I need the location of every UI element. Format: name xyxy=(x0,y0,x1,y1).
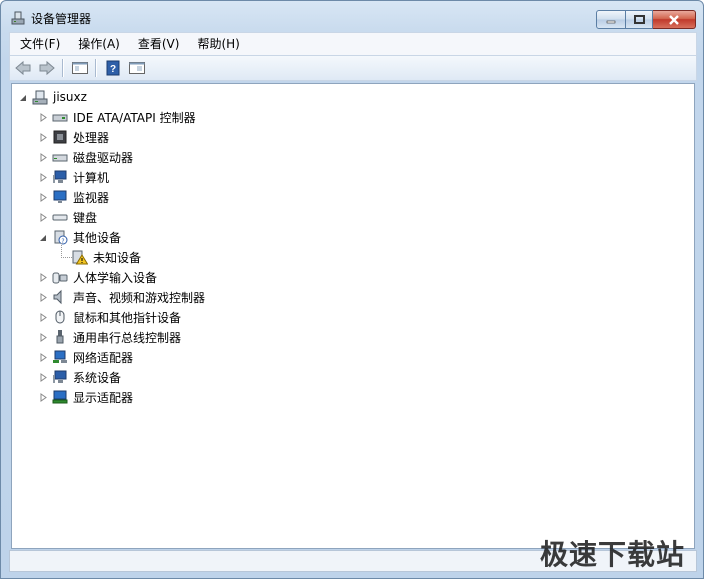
ide-controller-icon xyxy=(52,114,68,122)
computer-root-icon xyxy=(32,90,48,105)
tree-item-label: IDE ATA/ATAPI 控制器 xyxy=(73,110,196,125)
computer-icon xyxy=(53,170,67,183)
tree-item-label: 处理器 xyxy=(73,130,110,145)
device-manager-window: 设备管理器 文件(F) 操作(A) 查看(V) 帮助(H) ? jisuxz I… xyxy=(0,0,704,579)
tree-item[interactable]: 键盘 xyxy=(39,207,97,227)
menu-file[interactable]: 文件(F) xyxy=(10,34,68,54)
collapse-triangle-icon[interactable] xyxy=(19,93,28,102)
tree-root[interactable]: jisuxz xyxy=(19,87,87,107)
tree-item[interactable]: 监视器 xyxy=(39,187,109,207)
hid-icon xyxy=(52,272,68,284)
mouse-icon xyxy=(55,310,65,324)
menu-view[interactable]: 查看(V) xyxy=(128,34,188,54)
forward-arrow-icon xyxy=(39,60,55,76)
device-tree[interactable]: jisuxz IDE ATA/ATAPI 控制器 处理器磁盘驱动器计算机监视器键盘… xyxy=(11,83,695,549)
toolbar-separator xyxy=(62,59,63,77)
tree-item-label: 未知设备 xyxy=(93,250,142,265)
device-manager-app-icon xyxy=(11,11,25,25)
tree-item[interactable]: 鼠标和其他指针设备 xyxy=(39,307,181,327)
tree-item-label: 人体学输入设备 xyxy=(73,270,158,285)
expand-triangle-icon[interactable] xyxy=(39,192,48,202)
tree-item-label: 系统设备 xyxy=(73,370,122,385)
sound-icon xyxy=(53,289,62,305)
tree-item-label: 声音、视频和游戏控制器 xyxy=(73,290,206,305)
menu-action[interactable]: 操作(A) xyxy=(68,34,128,54)
system-devices-icon xyxy=(53,370,67,383)
tree-item-label: 网络适配器 xyxy=(73,350,134,365)
properties-view-icon xyxy=(129,62,145,74)
tree-item[interactable]: 未知设备 xyxy=(72,247,141,267)
tree-item-label: 磁盘驱动器 xyxy=(73,150,134,165)
expand-triangle-icon[interactable] xyxy=(39,152,48,162)
usb-icon xyxy=(56,330,64,344)
processor-icon xyxy=(53,130,67,144)
expand-triangle-icon[interactable] xyxy=(39,292,48,302)
tree-item-label: 鼠标和其他指针设备 xyxy=(73,310,182,325)
maximize-button[interactable] xyxy=(626,10,653,29)
minimize-icon xyxy=(606,20,616,23)
network-adapter-icon xyxy=(53,350,67,363)
collapse-triangle-icon[interactable] xyxy=(39,233,48,242)
toolbar-separator xyxy=(95,59,96,77)
help-button[interactable]: ? xyxy=(102,57,124,79)
tree-item[interactable]: IDE ATA/ATAPI 控制器 xyxy=(39,107,196,127)
close-button[interactable] xyxy=(653,10,696,29)
maximize-icon xyxy=(633,15,645,24)
minimize-button[interactable] xyxy=(596,10,626,29)
display-adapter-icon xyxy=(52,390,68,404)
menu-help[interactable]: 帮助(H) xyxy=(187,34,247,54)
tree-item-label: 计算机 xyxy=(73,170,110,185)
tree-item-label: 键盘 xyxy=(73,210,98,225)
expand-triangle-icon[interactable] xyxy=(39,372,48,382)
expand-triangle-icon[interactable] xyxy=(39,172,48,182)
tree-item[interactable]: 网络适配器 xyxy=(39,347,133,367)
forward-button[interactable] xyxy=(36,57,58,79)
watermark-text: 极速下载站 xyxy=(539,538,685,571)
tree-item[interactable]: 声音、视频和游戏控制器 xyxy=(39,287,205,307)
tree-item[interactable]: 处理器 xyxy=(39,127,109,147)
back-button[interactable] xyxy=(12,57,34,79)
tree-item-label: 显示适配器 xyxy=(73,390,134,405)
tree-root-label: jisuxz xyxy=(53,90,87,104)
toolbar: ? xyxy=(9,55,697,81)
expand-triangle-icon[interactable] xyxy=(39,392,48,402)
tree-item[interactable]: 显示适配器 xyxy=(39,387,133,407)
unknown-device-warning-icon xyxy=(72,250,88,265)
expand-triangle-icon[interactable] xyxy=(39,112,48,122)
expand-triangle-icon[interactable] xyxy=(39,332,48,342)
expand-triangle-icon[interactable] xyxy=(39,272,48,282)
disk-drive-icon xyxy=(52,154,68,162)
tree-item-label: 监视器 xyxy=(73,190,110,205)
tree-item-label: 通用串行总线控制器 xyxy=(73,330,182,345)
tree-item[interactable]: 通用串行总线控制器 xyxy=(39,327,181,347)
expand-triangle-icon[interactable] xyxy=(39,132,48,142)
help-book-icon: ? xyxy=(106,60,120,76)
tree-item-label: 其他设备 xyxy=(73,230,122,245)
close-icon xyxy=(669,14,679,25)
back-arrow-icon xyxy=(15,60,31,76)
tree-item[interactable]: ? 其他设备 xyxy=(39,227,121,247)
properties-view-button[interactable] xyxy=(126,57,148,79)
tree-item[interactable]: 人体学输入设备 xyxy=(39,267,157,287)
title-bar[interactable]: 设备管理器 xyxy=(1,1,703,33)
monitor-icon xyxy=(53,190,67,203)
tree-item[interactable]: 计算机 xyxy=(39,167,109,187)
caption-buttons xyxy=(596,10,696,29)
tree-item[interactable]: 磁盘驱动器 xyxy=(39,147,133,167)
console-tree-icon xyxy=(72,62,88,74)
expand-triangle-icon[interactable] xyxy=(39,352,48,362)
keyboard-icon xyxy=(52,214,68,221)
svg-text:?: ? xyxy=(110,64,116,75)
expand-triangle-icon[interactable] xyxy=(39,312,48,322)
menu-bar: 文件(F) 操作(A) 查看(V) 帮助(H) xyxy=(9,32,697,55)
show-hide-console-tree-button[interactable] xyxy=(69,57,91,79)
tree-item[interactable]: 系统设备 xyxy=(39,367,121,387)
window-title: 设备管理器 xyxy=(31,12,92,26)
expand-triangle-icon[interactable] xyxy=(39,212,48,222)
